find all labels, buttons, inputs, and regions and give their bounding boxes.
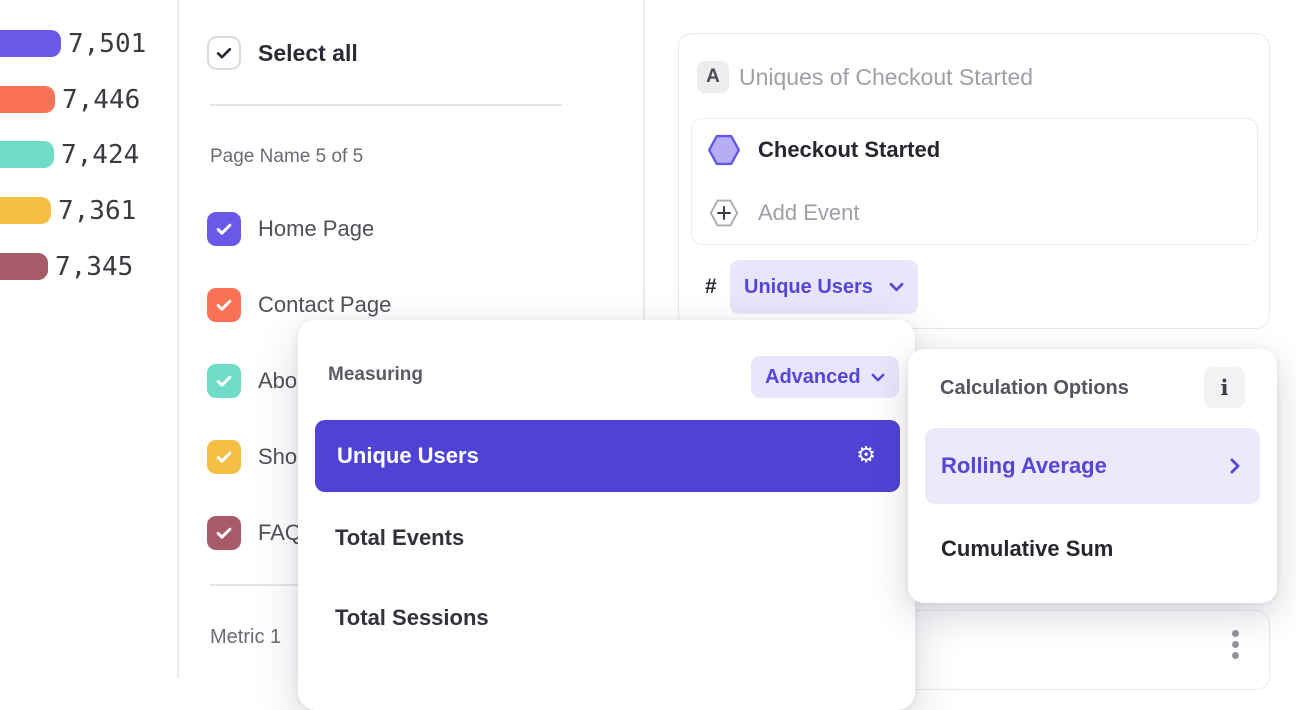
item-checkbox-about-page[interactable]: [207, 364, 241, 398]
panel-divider-left: [177, 0, 179, 678]
metric-label: Metric 1: [210, 624, 281, 650]
checkmark-icon: [214, 219, 234, 239]
legend-value: 7,345: [55, 252, 133, 282]
checkmark-icon: [214, 371, 234, 391]
event-hexagon-icon: [706, 132, 742, 168]
legend-item: 7,446: [0, 86, 140, 113]
add-event-button[interactable]: Add Event: [758, 195, 860, 231]
item-checkbox-faq-page[interactable]: [207, 516, 241, 550]
chevron-down-icon: [889, 282, 904, 292]
checkmark-icon: [214, 295, 234, 315]
dot: [1232, 652, 1239, 659]
advanced-mode-dropdown[interactable]: Advanced: [751, 356, 899, 398]
measuring-menu-title: Measuring: [328, 362, 423, 388]
select-all-checkbox[interactable]: [207, 36, 241, 70]
legend-bar: [0, 86, 55, 113]
info-icon[interactable]: i: [1204, 367, 1245, 408]
item-checkbox-contact-page[interactable]: [207, 288, 241, 322]
item-checkbox-home-page[interactable]: [207, 212, 241, 246]
calc-option-rolling-average[interactable]: Rolling Average: [925, 428, 1260, 504]
legend-item: 7,424: [0, 141, 139, 168]
menu-option-total-sessions[interactable]: Total Sessions: [335, 604, 489, 632]
metric-name-input[interactable]: Uniques of Checkout Started: [739, 61, 1033, 93]
gear-icon[interactable]: ⚙: [856, 445, 876, 467]
more-options-button[interactable]: [1232, 630, 1239, 659]
menu-option-unique-users[interactable]: Unique Users ⚙: [315, 420, 900, 492]
legend-value: 7,446: [62, 85, 140, 115]
calculation-options-menu: Calculation Options i Rolling Average Cu…: [908, 349, 1277, 603]
group-label: Page Name 5 of 5: [210, 144, 363, 170]
row-badge: A: [697, 61, 729, 93]
legend-item: 7,361: [0, 197, 136, 224]
advanced-mode-value: Advanced: [765, 366, 861, 389]
divider: [210, 104, 562, 106]
event-name[interactable]: Checkout Started: [758, 132, 940, 168]
menu-option-label: Unique Users: [337, 443, 479, 469]
dot: [1232, 641, 1239, 648]
legend-value: 7,424: [61, 140, 139, 170]
legend-item: 7,345: [0, 253, 133, 280]
legend-bar: [0, 141, 54, 168]
checkmark-icon: [214, 447, 234, 467]
legend-bar: [0, 253, 48, 280]
measure-dropdown-value: Unique Users: [744, 276, 873, 299]
legend-value: 7,501: [68, 29, 146, 59]
dot: [1232, 630, 1239, 637]
item-label[interactable]: Home Page: [258, 212, 374, 246]
chevron-right-icon: [1230, 458, 1240, 474]
add-event-icon: [708, 197, 740, 229]
checkmark-icon: [214, 43, 234, 63]
legend-item: 7,501: [0, 30, 146, 57]
checkmark-icon: [214, 523, 234, 543]
metric-card-a: A Uniques of Checkout Started Checkout S…: [678, 33, 1270, 329]
legend-value: 7,361: [58, 196, 136, 226]
measuring-menu: Measuring Advanced Unique Users ⚙ Total …: [298, 320, 915, 710]
legend-bar: [0, 30, 61, 57]
event-block: Checkout Started Add Event: [691, 118, 1258, 245]
calc-option-label: Rolling Average: [941, 453, 1107, 479]
select-all-label[interactable]: Select all: [258, 36, 358, 70]
legend-bar: [0, 197, 51, 224]
chevron-down-icon: [871, 373, 885, 382]
measure-dropdown[interactable]: Unique Users: [730, 260, 918, 314]
item-checkbox-shop-page[interactable]: [207, 440, 241, 474]
item-label[interactable]: Contact Page: [258, 288, 391, 322]
calc-option-cumulative-sum[interactable]: Cumulative Sum: [941, 535, 1113, 563]
measure-prefix: #: [705, 260, 717, 314]
menu-option-total-events[interactable]: Total Events: [335, 524, 464, 552]
calculation-options-title: Calculation Options: [940, 375, 1129, 401]
